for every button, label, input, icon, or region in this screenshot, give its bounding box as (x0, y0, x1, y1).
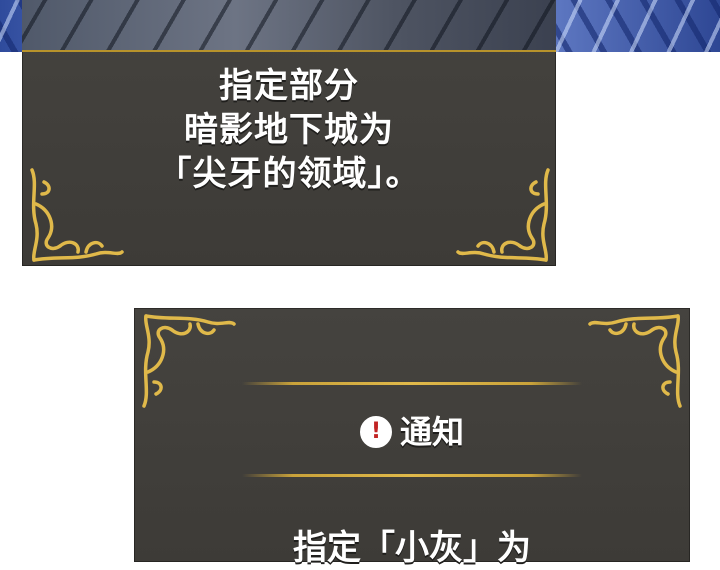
ornament-bottom-right-icon (456, 168, 550, 262)
caption-line-2: 暗影地下城为 (184, 110, 394, 150)
caption-line-1: 指定部分 (219, 66, 359, 106)
exclamation-circle-icon: ! (359, 416, 392, 448)
caption-panel-top: 指定部分 暗影地下城为 「尖牙的领域」。 (22, 0, 556, 266)
notice-caption: 指定「小灰」为 (293, 528, 531, 568)
divider-top (242, 382, 582, 385)
ornament-top-left-icon (142, 314, 236, 408)
notice-label: 通知 (399, 413, 464, 451)
ornament-top-right-icon (588, 314, 682, 408)
scene-strip (22, 0, 556, 52)
alert-symbol: ! (370, 419, 381, 444)
notice-header: ! 通知 (134, 410, 690, 454)
divider-bottom (242, 474, 582, 477)
notification-panel: ! 通知 指定「小灰」为 (134, 308, 690, 568)
ornament-bottom-left-icon (30, 168, 124, 262)
